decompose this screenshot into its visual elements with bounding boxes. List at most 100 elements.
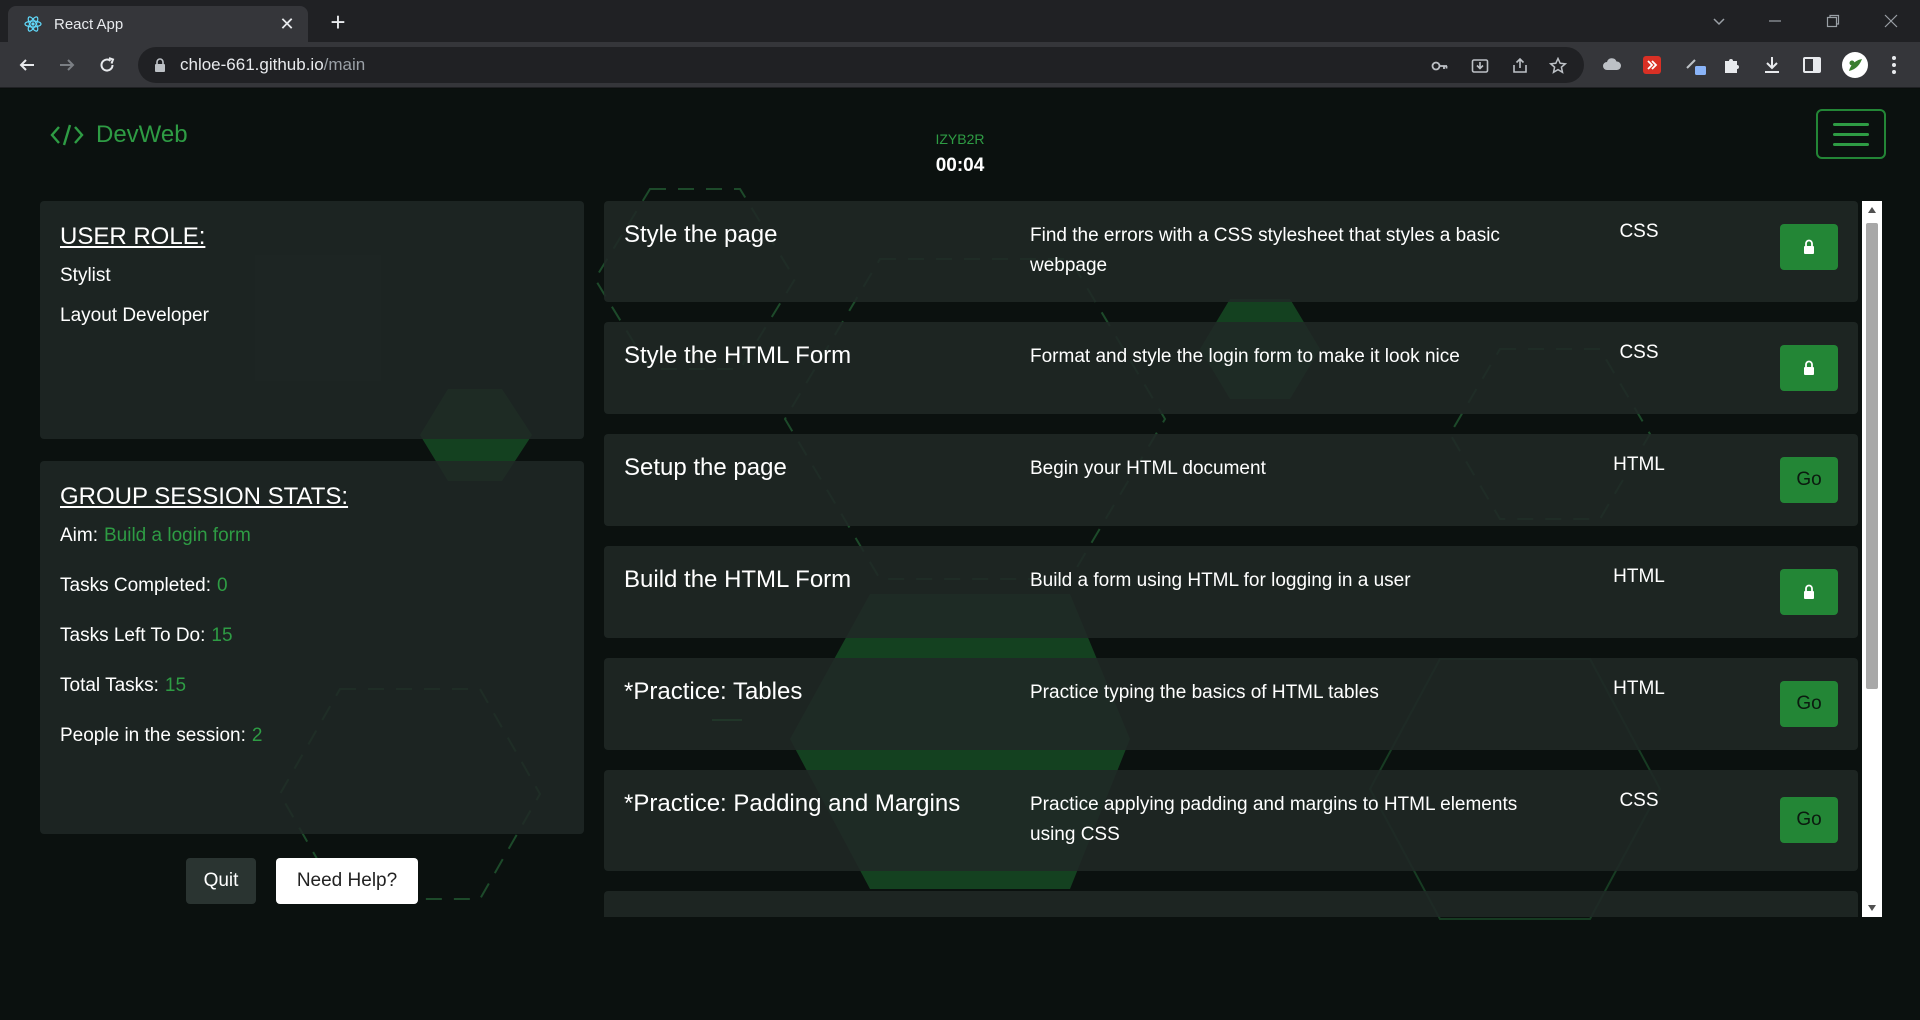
task-language: HTML <box>1613 454 1665 475</box>
task-locked-button[interactable] <box>1780 345 1838 391</box>
close-tab-icon[interactable]: ✕ <box>276 13 298 35</box>
scroll-thumb[interactable] <box>1866 223 1878 689</box>
stat-label: Aim: <box>60 525 98 546</box>
react-logo-icon <box>24 15 42 33</box>
forward-icon[interactable] <box>52 50 82 80</box>
browser-toolbar: chloe-661.github.io/main <box>0 42 1920 88</box>
key-icon[interactable] <box>1430 56 1450 76</box>
task-card: Setup the page Begin your HTML document … <box>604 434 1858 526</box>
browser-tab-bar: React App ✕ + <box>0 0 1920 42</box>
extensions-puzzle-icon[interactable] <box>1721 54 1743 76</box>
back-icon[interactable] <box>12 50 42 80</box>
session-code: IZYB2R <box>935 131 985 147</box>
tab-title: React App <box>54 15 124 33</box>
need-help-button[interactable]: Need Help? <box>276 858 418 904</box>
extension-cloud-icon[interactable] <box>1601 54 1623 76</box>
code-brackets-icon <box>50 123 84 147</box>
stat-people: People in the session: 2 <box>60 725 262 747</box>
share-icon[interactable] <box>1510 56 1530 76</box>
reload-icon[interactable] <box>92 50 122 80</box>
user-role-panel: USER ROLE: Stylist Layout Developer <box>40 201 584 439</box>
group-stats-panel: GROUP SESSION STATS: Aim: Build a login f… <box>40 461 584 834</box>
brand-name: DevWeb <box>96 121 188 148</box>
profile-avatar-icon[interactable] <box>1841 51 1869 79</box>
task-card: Style the HTML Form Format and style the… <box>604 322 1858 414</box>
task-locked-button[interactable] <box>1780 224 1838 270</box>
session-timer: 00:04 <box>935 155 985 176</box>
menu-bar-icon <box>1833 132 1869 136</box>
downloads-icon[interactable] <box>1761 54 1783 76</box>
extension-pen-icon[interactable] <box>1685 54 1707 76</box>
lock-icon <box>1803 239 1815 255</box>
task-description: Begin your HTML document <box>1030 458 1266 479</box>
task-description: Find the errors with a CSS stylesheet th… <box>1030 225 1500 276</box>
task-name: Build the HTML Form <box>624 566 852 593</box>
browser-tab[interactable]: React App ✕ <box>8 6 308 42</box>
task-go-button[interactable]: Go <box>1780 457 1838 503</box>
task-list-scrollbar[interactable] <box>1862 201 1882 917</box>
minimize-icon[interactable] <box>1760 6 1790 36</box>
new-tab-button[interactable]: + <box>324 8 352 36</box>
stat-label: Total Tasks: <box>60 675 159 696</box>
stat-label: Tasks Left To Do: <box>60 625 206 646</box>
stat-value: Build a login form <box>104 525 251 546</box>
task-list[interactable]: Style the page Find the errors with a CS… <box>604 201 1858 917</box>
browser-menu-icon[interactable] <box>1883 54 1905 76</box>
task-locked-button[interactable] <box>1780 569 1838 615</box>
brand-logo[interactable]: DevWeb <box>50 121 188 149</box>
task-description: Practice applying padding and margins to… <box>1030 794 1518 845</box>
lock-icon <box>154 58 166 72</box>
app-page: DevWeb IZYB2R 00:04 USER ROLE: Stylist L… <box>0 89 1920 1020</box>
tab-search-icon[interactable] <box>1704 6 1734 36</box>
menu-bar-icon <box>1833 142 1869 146</box>
lock-icon <box>1803 360 1815 376</box>
stat-aim: Aim: Build a login form <box>60 525 251 547</box>
url-host: chloe-661.github.io <box>180 55 324 74</box>
lock-icon <box>1803 584 1815 600</box>
task-name: *Practice: Padding and Margins <box>624 790 961 817</box>
stat-tasks-left: Tasks Left To Do: 15 <box>60 625 233 647</box>
scroll-down-icon[interactable] <box>1862 899 1882 917</box>
stat-label: Tasks Completed: <box>60 575 212 596</box>
task-language: CSS <box>1619 342 1659 363</box>
task-description: Practice typing the basics of HTML table… <box>1030 682 1379 703</box>
task-card: *Practice: Tables Practice typing the ba… <box>604 658 1858 750</box>
task-language: HTML <box>1613 678 1665 699</box>
close-window-icon[interactable] <box>1876 6 1906 36</box>
task-go-button[interactable]: Go <box>1780 681 1838 727</box>
restore-icon[interactable] <box>1818 6 1848 36</box>
task-name: *Practice: Tables <box>624 678 803 705</box>
stat-label: People in the session: <box>60 725 246 746</box>
stat-tasks-completed: Tasks Completed: 0 <box>60 575 228 597</box>
task-name: Style the page <box>624 221 778 248</box>
user-role-title: USER ROLE: <box>60 223 206 250</box>
stat-total-tasks: Total Tasks: 15 <box>60 675 186 697</box>
task-card <box>604 891 1858 917</box>
task-language: CSS <box>1619 221 1659 242</box>
side-panel-icon[interactable] <box>1801 54 1823 76</box>
address-bar[interactable]: chloe-661.github.io/main <box>138 47 1584 83</box>
quit-button[interactable]: Quit <box>186 858 256 904</box>
stat-value: 0 <box>217 575 228 596</box>
role-item: Layout Developer <box>60 305 209 326</box>
stat-value: 15 <box>164 675 187 696</box>
scroll-up-icon[interactable] <box>1862 201 1882 219</box>
task-card: Build the HTML Form Build a form using H… <box>604 546 1858 638</box>
task-name: Setup the page <box>624 454 787 481</box>
task-card: *Practice: Padding and Margins Practice … <box>604 770 1858 871</box>
bookmark-star-icon[interactable] <box>1548 56 1568 76</box>
role-item: Stylist <box>60 265 111 286</box>
stat-value: 15 <box>211 625 233 646</box>
menu-bar-icon <box>1833 122 1869 126</box>
task-language: HTML <box>1613 566 1665 587</box>
install-app-icon[interactable] <box>1470 56 1490 76</box>
task-language: CSS <box>1619 790 1659 811</box>
hamburger-menu-button[interactable] <box>1816 109 1886 159</box>
task-name: Style the HTML Form <box>624 342 852 369</box>
group-stats-title: GROUP SESSION STATS: <box>60 483 349 510</box>
stat-value: 2 <box>251 725 263 746</box>
task-description: Format and style the login form to make … <box>1030 346 1460 367</box>
extension-red-icon[interactable] <box>1641 54 1663 76</box>
task-go-button[interactable]: Go <box>1780 797 1838 843</box>
url-path: /main <box>323 55 366 74</box>
